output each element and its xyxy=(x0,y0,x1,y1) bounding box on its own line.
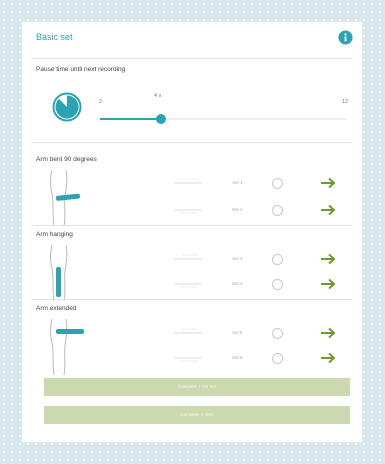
slider-value-label: 4 s xyxy=(154,93,162,99)
slider-max-label: 12 xyxy=(342,99,349,105)
pause-time-label: Pause time until next recording xyxy=(36,66,126,73)
arrow-right-icon[interactable] xyxy=(320,177,336,189)
set-label: Set 2 xyxy=(232,207,243,212)
set-label: Set 3 xyxy=(232,256,243,261)
pause-time-slider[interactable] xyxy=(100,112,346,126)
motion-trace-icon xyxy=(174,178,202,184)
complete-all-sets-button[interactable]: Complete 6 Sets xyxy=(44,406,350,424)
arrow-right-icon[interactable] xyxy=(320,278,336,290)
set-label: Set 1 xyxy=(232,180,243,185)
set-label: Set 6 xyxy=(232,355,243,360)
arm-bent-figure-icon xyxy=(50,169,80,227)
motion-trace-icon xyxy=(174,357,202,362)
info-icon[interactable] xyxy=(338,30,353,45)
set-radio[interactable] xyxy=(272,353,283,364)
slider-min-label: 2 xyxy=(99,99,103,105)
set-radio[interactable] xyxy=(272,279,283,290)
complete-set-button[interactable]: Complete 1 Mit Set xyxy=(44,378,350,396)
exercise-title: Arm bent 90 degrees xyxy=(36,156,97,163)
divider xyxy=(32,225,352,226)
divider xyxy=(32,142,352,143)
arm-extended-figure-icon xyxy=(50,318,84,376)
timer-icon xyxy=(52,92,82,122)
exercise-title: Arm hanging xyxy=(36,231,73,238)
divider xyxy=(32,299,352,300)
slider-thumb[interactable] xyxy=(156,114,166,124)
set-radio[interactable] xyxy=(272,328,283,339)
divider xyxy=(32,58,352,59)
basic-set-card: Basic set Pause time until next recordin… xyxy=(22,22,362,442)
motion-trace-icon xyxy=(174,328,202,334)
set-radio[interactable] xyxy=(272,205,283,216)
motion-trace-icon xyxy=(174,209,202,214)
set-label: Set 4 xyxy=(232,281,243,286)
page-title: Basic set xyxy=(36,32,73,42)
motion-trace-icon xyxy=(174,283,202,288)
exercise-title: Arm extended xyxy=(36,305,77,312)
set-radio[interactable] xyxy=(272,178,283,189)
arrow-right-icon[interactable] xyxy=(320,327,336,339)
arrow-right-icon[interactable] xyxy=(320,253,336,265)
arrow-right-icon[interactable] xyxy=(320,352,336,364)
set-label: Set 5 xyxy=(232,330,243,335)
arm-hanging-figure-icon xyxy=(50,244,68,302)
arrow-right-icon[interactable] xyxy=(320,204,336,216)
set-radio[interactable] xyxy=(272,254,283,265)
motion-trace-icon xyxy=(174,254,202,260)
